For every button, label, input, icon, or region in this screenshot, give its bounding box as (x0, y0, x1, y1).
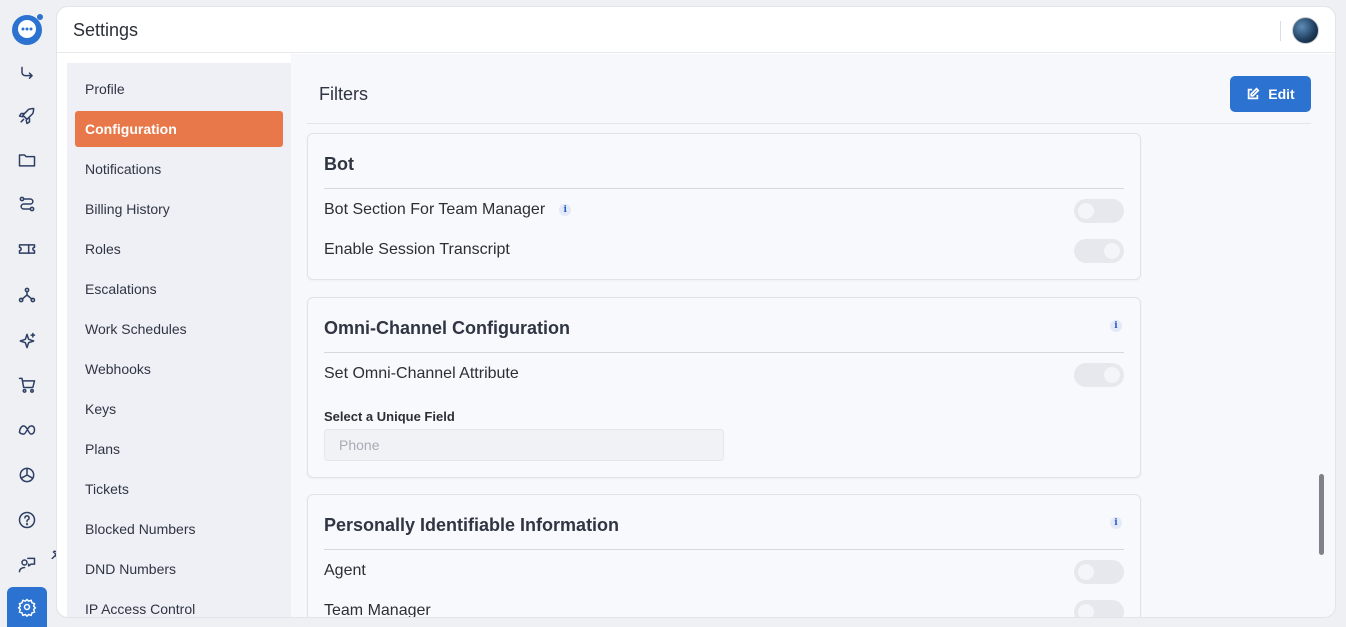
omni-channel-card: Omni-Channel Configuration i Set Omni-Ch… (307, 297, 1141, 478)
ticket-icon[interactable] (15, 237, 39, 261)
field-label: Select a Unique Field (324, 409, 455, 424)
setting-label: Agent (324, 562, 366, 579)
help-icon[interactable] (15, 508, 39, 532)
edit-icon (1248, 87, 1260, 100)
nav-item-tickets[interactable]: Tickets (75, 471, 283, 507)
topbar-divider (1280, 21, 1281, 41)
nav-item-blocked-numbers[interactable]: Blocked Numbers (75, 511, 283, 547)
info-icon[interactable]: i (559, 204, 572, 216)
nav-item-dnd-numbers[interactable]: DND Numbers (75, 551, 283, 587)
section-title: Filters (319, 84, 368, 104)
agent-icon[interactable] (15, 553, 39, 577)
card-divider (324, 188, 1124, 189)
nav-item-work-schedules[interactable]: Work Schedules (75, 311, 283, 347)
bot-card: Bot Bot Section For Team Manager i Enabl… (307, 133, 1141, 280)
top-bar: Settings (57, 7, 1335, 53)
team-manager-toggle[interactable] (1074, 600, 1124, 617)
setting-row: Enable Session Transcript (324, 241, 510, 259)
settings-nav: Profile Configuration Notifications Bill… (67, 63, 291, 617)
card-title: Omni-Channel Configuration (324, 318, 570, 338)
nav-item-configuration[interactable]: Configuration (75, 111, 283, 147)
nav-item-escalations[interactable]: Escalations (75, 271, 283, 307)
edit-button[interactable]: Edit (1230, 76, 1311, 112)
scrollbar[interactable] (1319, 474, 1324, 555)
info-icon[interactable]: i (1110, 320, 1122, 332)
bot-section-toggle[interactable] (1074, 199, 1124, 223)
page-title: Settings (73, 20, 139, 40)
nav-item-plans[interactable]: Plans (75, 431, 283, 467)
setting-label: Team Manager (324, 602, 431, 618)
flow-icon[interactable] (15, 62, 39, 86)
info-icon[interactable]: i (1110, 517, 1122, 529)
section-header: Filters Edit (307, 54, 1311, 124)
nav-item-billing-history[interactable]: Billing History (75, 191, 283, 227)
setting-row: Set Omni-Channel Attribute (324, 365, 519, 383)
chat-logo-icon[interactable] (11, 14, 43, 46)
meta-icon[interactable] (15, 418, 39, 442)
settings-icon[interactable] (7, 587, 47, 627)
content-panel: Filters Edit Bot Bot Section For Team Ma… (291, 54, 1335, 618)
nav-item-keys[interactable]: Keys (75, 391, 283, 427)
omni-channel-attribute-toggle[interactable] (1074, 363, 1124, 387)
unique-field-select[interactable]: Phone (324, 429, 724, 461)
rocket-icon[interactable] (15, 104, 39, 128)
nav-item-notifications[interactable]: Notifications (75, 151, 283, 187)
folder-icon[interactable] (15, 148, 39, 172)
settings-window: Settings Profile Configuration Notificat… (56, 6, 1336, 618)
setting-row: Team Manager (324, 602, 431, 618)
session-transcript-toggle[interactable] (1074, 239, 1124, 263)
sparkle-icon[interactable] (15, 329, 39, 353)
nav-item-ip-access-control[interactable]: IP Access Control (75, 591, 283, 617)
openai-icon[interactable] (15, 463, 39, 487)
card-title: Bot (324, 154, 354, 174)
setting-row: Agent (324, 562, 366, 580)
setting-row: Bot Section For Team Manager i (324, 201, 572, 219)
card-title: Personally Identifiable Information (324, 515, 620, 535)
nav-item-profile[interactable]: Profile (75, 71, 283, 107)
nav-item-roles[interactable]: Roles (75, 231, 283, 267)
avatar[interactable] (1292, 17, 1319, 44)
agent-toggle[interactable] (1074, 560, 1124, 584)
edit-button-label: Edit (1268, 86, 1295, 102)
routes-icon[interactable] (15, 192, 39, 216)
icon-rail (0, 0, 54, 627)
setting-label: Enable Session Transcript (324, 241, 510, 258)
network-icon[interactable] (15, 283, 39, 307)
nav-item-webhooks[interactable]: Webhooks (75, 351, 283, 387)
cart-icon[interactable] (15, 373, 39, 397)
pii-card: Personally Identifiable Information i Ag… (307, 494, 1141, 618)
card-divider (324, 352, 1124, 353)
card-divider (324, 549, 1124, 550)
setting-label: Set Omni-Channel Attribute (324, 365, 519, 382)
setting-label: Bot Section For Team Manager (324, 201, 546, 218)
